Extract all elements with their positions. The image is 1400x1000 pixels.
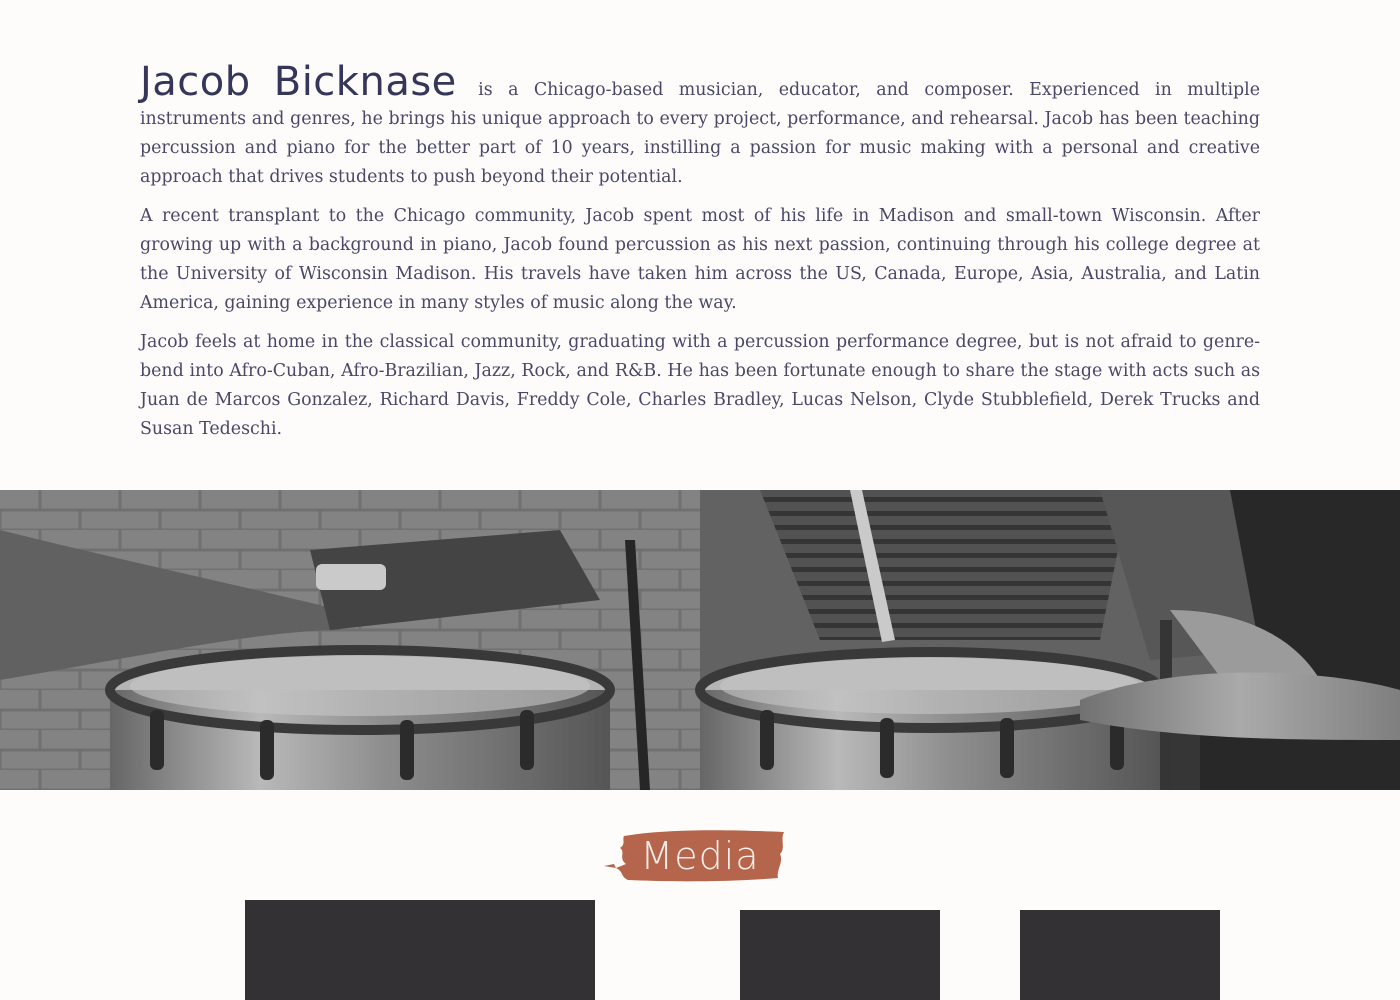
artist-name: Jacob Bicknase: [140, 59, 457, 105]
media-tile[interactable]: [245, 900, 595, 1000]
media-tile[interactable]: [1020, 910, 1220, 1000]
bio-paragraph-3: Jacob feels at home in the classical com…: [140, 332, 1260, 439]
drum-photo-banner: [0, 490, 1400, 790]
media-heading: Media: [600, 822, 800, 890]
bio-paragraph-1: Jacob Bicknase is a Chicago-based musici…: [140, 62, 1260, 192]
drum-photo-image: [0, 490, 1400, 790]
bio-paragraph-2: A recent transplant to the Chicago commu…: [140, 206, 1260, 313]
bio-section: Jacob Bicknase is a Chicago-based musici…: [140, 62, 1260, 454]
media-heading-label: Media: [640, 834, 760, 878]
media-tile[interactable]: [740, 910, 940, 1000]
